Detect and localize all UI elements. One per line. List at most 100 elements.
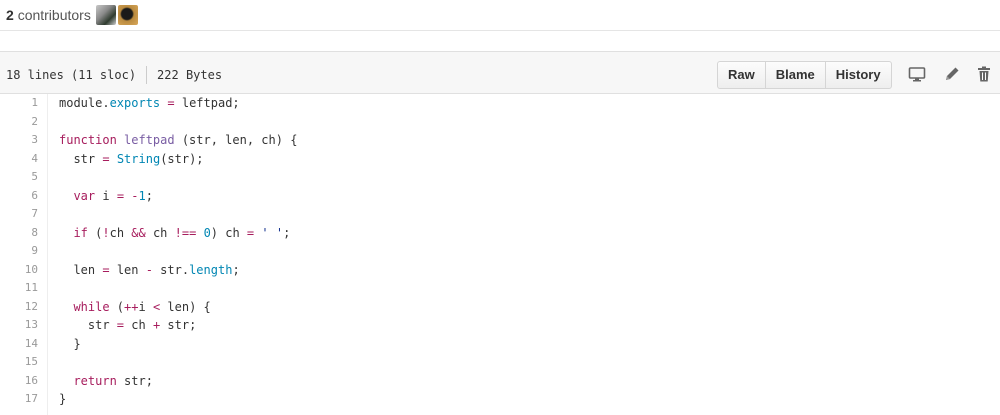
code-token: (str); bbox=[160, 151, 204, 166]
line-number[interactable]: 16 bbox=[0, 372, 38, 391]
code-token: str; bbox=[160, 318, 197, 332]
code-token: = bbox=[116, 318, 125, 332]
code-line: 5 bbox=[0, 168, 1000, 187]
trash-icon[interactable] bbox=[975, 65, 993, 83]
line-content: str = ch + str; bbox=[59, 316, 196, 335]
code-token: = bbox=[116, 188, 125, 203]
line-number[interactable]: 13 bbox=[0, 316, 38, 335]
code-view: 1 module.exports = leftpad; 2 3 function lef… bbox=[0, 94, 1000, 415]
code-token: module. bbox=[59, 96, 110, 110]
code-line: 10 len = len - str.length; bbox=[0, 261, 1000, 280]
code-line: 6 var i = -1; bbox=[0, 187, 1000, 206]
code-token: len) { bbox=[160, 299, 211, 314]
code-token: str. bbox=[152, 262, 190, 277]
avatar[interactable] bbox=[96, 5, 116, 25]
contributors-summary[interactable]: 2 contributors bbox=[6, 7, 91, 23]
code-token: } bbox=[59, 392, 67, 406]
line-number[interactable]: 12 bbox=[0, 298, 38, 317]
code-line: 1 module.exports = leftpad; bbox=[0, 94, 1000, 113]
line-content: module.exports = leftpad; bbox=[59, 94, 240, 113]
line-number[interactable]: 8 bbox=[0, 224, 38, 243]
line-content: return str; bbox=[59, 372, 152, 391]
line-number[interactable]: 7 bbox=[0, 205, 38, 224]
gutter-divider bbox=[47, 94, 48, 415]
line-number[interactable]: 6 bbox=[0, 187, 38, 206]
line-content: len = len - str.length; bbox=[59, 261, 240, 280]
code-token: && bbox=[131, 225, 146, 240]
line-content: function leftpad (str, len, ch) { bbox=[59, 131, 297, 150]
code-token: len bbox=[109, 262, 146, 277]
line-number[interactable]: 4 bbox=[0, 150, 38, 169]
code-token: i bbox=[138, 299, 153, 314]
code-line: 7 bbox=[0, 205, 1000, 224]
blame-button[interactable]: Blame bbox=[766, 62, 826, 88]
line-number[interactable]: 11 bbox=[0, 279, 38, 298]
code-token: ch bbox=[124, 318, 153, 332]
contributors-label: contributors bbox=[17, 7, 91, 23]
line-number[interactable]: 1 bbox=[0, 94, 38, 113]
avatar[interactable] bbox=[118, 5, 138, 25]
line-number[interactable]: 5 bbox=[0, 168, 38, 187]
code-token: length bbox=[189, 262, 233, 277]
code-token: ++ bbox=[124, 299, 139, 314]
file-size: 222 Bytes bbox=[157, 68, 223, 82]
code-token: str bbox=[59, 318, 117, 332]
code-token: String bbox=[116, 151, 161, 166]
code-line: 2 bbox=[0, 113, 1000, 132]
line-number[interactable]: 9 bbox=[0, 242, 38, 261]
code-token: = bbox=[102, 151, 110, 166]
line-number[interactable]: 3 bbox=[0, 131, 38, 150]
code-token: function bbox=[59, 133, 117, 147]
code-token: leftpad; bbox=[174, 96, 240, 110]
code-line: 12 while (++i < len) { bbox=[0, 298, 1000, 317]
code-token: ; bbox=[283, 225, 291, 240]
line-number[interactable]: 17 bbox=[0, 390, 38, 409]
code-line: 9 bbox=[0, 242, 1000, 261]
code-line: 8 if (!ch && ch !== 0) ch = ' '; bbox=[0, 224, 1000, 243]
code-token: return bbox=[73, 373, 117, 388]
history-button[interactable]: History bbox=[826, 62, 891, 88]
code-token: str bbox=[59, 151, 103, 166]
line-content: } bbox=[59, 335, 81, 354]
code-line: 17} bbox=[0, 390, 1000, 409]
code-token: var bbox=[73, 188, 96, 203]
spacer bbox=[0, 31, 1000, 51]
contributors-bar: 2 contributors bbox=[0, 0, 1000, 31]
file-actions-button-group: Raw Blame History bbox=[717, 61, 892, 89]
divider bbox=[146, 66, 148, 84]
code-token: ; bbox=[232, 262, 240, 277]
file-header: 18 lines (11 sloc) 222 Bytes Raw Blame H… bbox=[0, 51, 1000, 94]
desktop-icon[interactable] bbox=[908, 65, 926, 83]
code-line: 15 bbox=[0, 353, 1000, 372]
line-number[interactable]: 14 bbox=[0, 335, 38, 354]
line-number[interactable]: 2 bbox=[0, 113, 38, 132]
line-number[interactable]: 15 bbox=[0, 353, 38, 372]
code-line: 14 } bbox=[0, 335, 1000, 354]
raw-button[interactable]: Raw bbox=[718, 62, 766, 88]
line-number[interactable]: 10 bbox=[0, 261, 38, 280]
pencil-icon[interactable] bbox=[943, 65, 961, 83]
code-token: 0 bbox=[203, 225, 211, 240]
code-token: ( bbox=[87, 225, 103, 240]
code-token: while bbox=[73, 299, 110, 314]
code-token: (str, len, ch) { bbox=[174, 133, 298, 147]
code-token: ) ch bbox=[210, 225, 247, 240]
code-token: !== bbox=[174, 225, 197, 240]
file-info: 18 lines (11 sloc) 222 Bytes bbox=[6, 66, 222, 84]
code-token: len bbox=[59, 262, 103, 277]
code-token: } bbox=[59, 336, 81, 351]
code-token: = bbox=[102, 262, 110, 277]
code-token: if bbox=[73, 225, 88, 240]
code-token: exports bbox=[109, 96, 161, 110]
code-token: - bbox=[145, 262, 153, 277]
code-token: ! bbox=[102, 225, 110, 240]
line-content: } bbox=[59, 390, 66, 409]
code-token: ; bbox=[145, 188, 153, 203]
code-token: leftpad bbox=[124, 133, 175, 147]
code-token: ch bbox=[145, 225, 175, 240]
